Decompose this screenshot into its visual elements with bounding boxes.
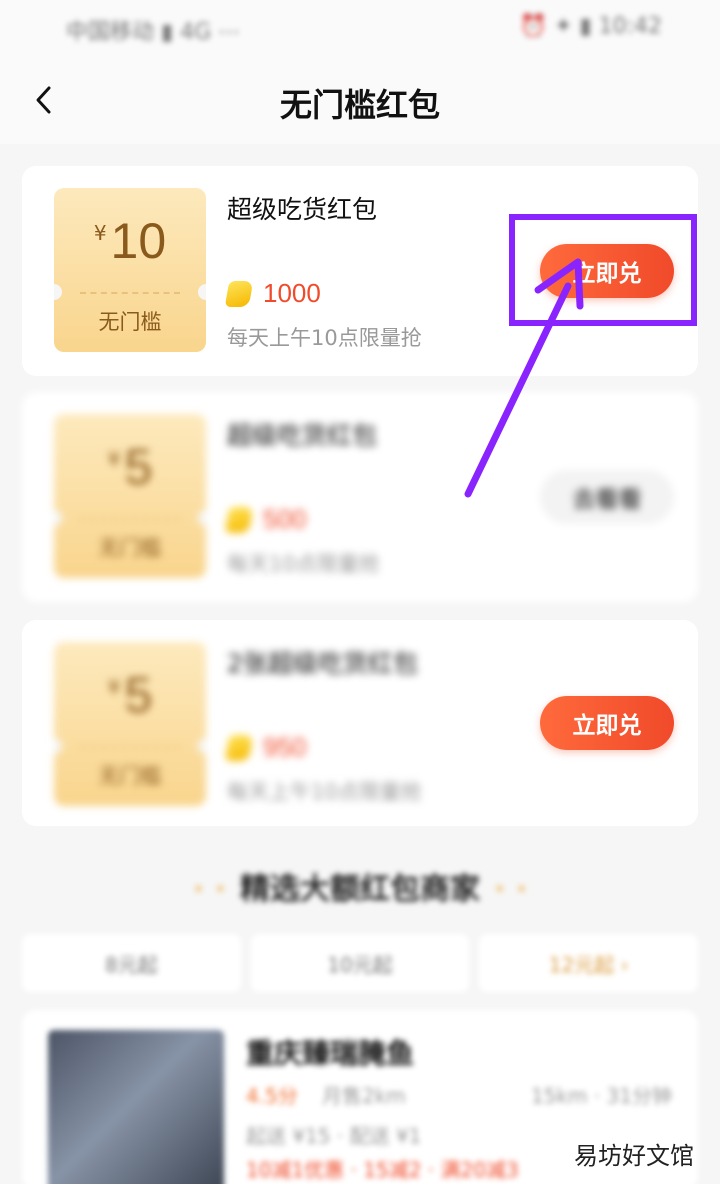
voucher-note: 每天上午10点限量抢 (227, 326, 422, 350)
filter-tab[interactable]: 10元起 (250, 934, 470, 992)
coupon-threshold: 无门槛 (98, 310, 162, 334)
currency-symbol: ¥ (107, 675, 121, 699)
status-bar: 中国移动 ▮ 4G ⋯ ⏰ ✦ ▮ 10:42 (0, 0, 720, 58)
voucher-title: 超级吃货红包 (227, 421, 378, 450)
shop-rating: 4.5分 (246, 1084, 298, 1108)
points-price: 500 (224, 504, 307, 535)
voucher-title: 2张超级吃货红包 (227, 649, 418, 678)
coupon-badge: ¥5 无门槛 (54, 414, 206, 578)
shop-thumbnail (48, 1030, 224, 1184)
filter-tab[interactable]: 8元起 (22, 934, 241, 992)
decor-dots-icon: · · (192, 872, 226, 907)
coin-icon (224, 734, 254, 761)
coupon-amount: 5 (124, 667, 153, 723)
voucher-note: 每天10点限量抢 (227, 552, 380, 576)
coupon-amount: 5 (124, 439, 153, 495)
points-value: 950 (263, 732, 307, 762)
points-value: 1000 (263, 278, 321, 308)
redeem-button[interactable]: 立即兑 (540, 696, 674, 750)
shop-name: 重庆臻瑞腌鱼 (246, 1037, 415, 1070)
filter-tab[interactable]: 12元起 › (479, 934, 699, 992)
voucher-card: ¥5 无门槛 2张超级吃货红包 950 每天上午10点限量抢 立即兑 (22, 620, 698, 826)
nav-bar: 无门槛红包 (0, 58, 720, 144)
watermark: 易坊好文馆 (574, 1142, 694, 1170)
shop-distance: 15km · 31分钟 (530, 1084, 672, 1108)
view-button[interactable]: 去看看 (540, 470, 674, 524)
coupon-badge: ¥10 无门槛 (54, 188, 206, 352)
voucher-title: 超级吃货红包 (227, 195, 378, 224)
coupon-badge: ¥5 无门槛 (54, 642, 206, 806)
decor-dots-icon: · · (494, 872, 528, 907)
carrier-info: 中国移动 ▮ 4G ⋯ (66, 20, 241, 45)
page-title: 无门槛红包 (279, 86, 440, 124)
status-icons: ⏰ ✦ ▮ 10:42 (519, 14, 662, 39)
currency-symbol: ¥ (93, 221, 107, 245)
voucher-card: ¥5 无门槛 超级吃货红包 500 每天10点限量抢 去看看 (22, 392, 698, 602)
shop-promotions: 10减1优惠 · 15减2 · 满20减3 (246, 1158, 519, 1182)
highlight-box (509, 214, 697, 326)
coupon-amount: 10 (110, 213, 167, 269)
coin-icon (224, 280, 254, 307)
shop-delivery-info: 起送 ¥15 · 配送 ¥1 (246, 1124, 422, 1148)
points-price: 1000 (224, 278, 321, 309)
coupon-threshold: 无门槛 (98, 764, 162, 788)
voucher-note: 每天上午10点限量抢 (227, 780, 422, 804)
filter-tabs: 8元起 10元起 12元起 › (22, 934, 699, 992)
points-value: 500 (263, 504, 307, 534)
currency-symbol: ¥ (107, 447, 121, 471)
shop-sales: 月售2km (322, 1084, 406, 1108)
section-title: · · 精选大额红包商家 · · (192, 872, 528, 907)
coin-icon (224, 506, 254, 533)
points-price: 950 (224, 732, 307, 763)
coupon-threshold: 无门槛 (98, 536, 162, 560)
